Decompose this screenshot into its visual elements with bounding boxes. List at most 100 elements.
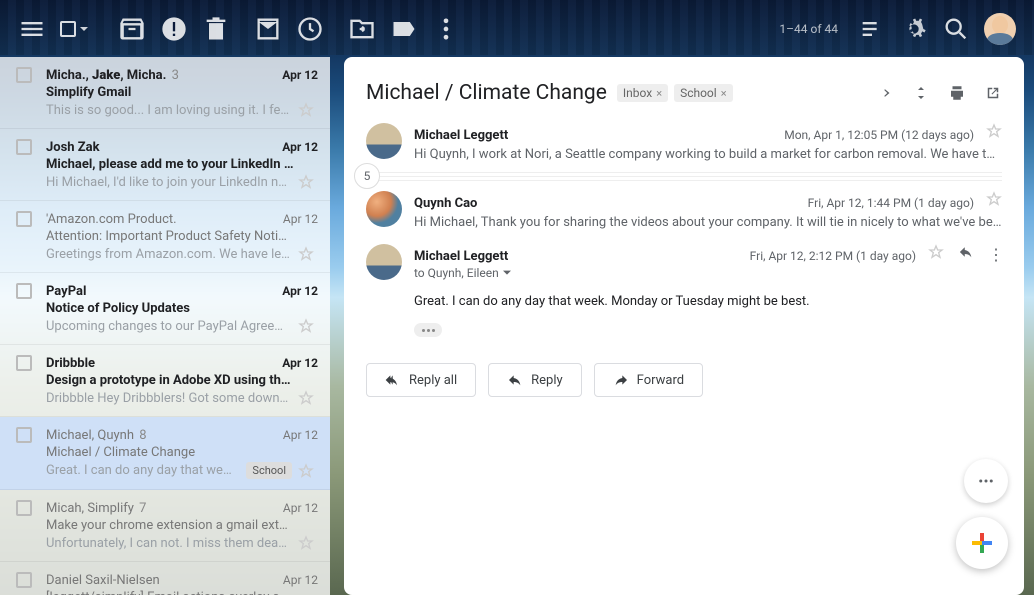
remove-label-icon[interactable]: × — [721, 87, 727, 100]
row-snippet: This is so good... I am loving using it.… — [46, 103, 292, 118]
email-row[interactable]: Micha., Jake, Micha. 3 Apr 12 Simplify G… — [0, 57, 330, 129]
message-from: Quynh Cao — [414, 196, 477, 211]
email-row[interactable]: Josh Zak Apr 12 Michael, please add me t… — [0, 129, 330, 201]
row-sender: 'Amazon.com Product. — [46, 212, 275, 227]
row-checkbox[interactable] — [16, 355, 32, 371]
open-new-window-icon[interactable] — [984, 84, 1002, 102]
row-checkbox[interactable] — [16, 139, 32, 155]
email-row[interactable]: Michael, Quynh 8 Apr 12 Michael / Climat… — [0, 417, 330, 490]
show-trimmed-icon[interactable] — [414, 323, 442, 337]
star-icon[interactable] — [298, 246, 314, 262]
star-icon[interactable] — [928, 244, 944, 260]
message-more-icon[interactable]: ⋮ — [988, 245, 1002, 264]
star-icon[interactable] — [986, 123, 1002, 139]
row-sender: Josh Zak — [46, 140, 274, 155]
row-snippet: Greetings from Amazon.com. We have le… — [46, 247, 292, 262]
row-subject: Michael, please add me to your LinkedIn … — [46, 157, 318, 172]
reply-all-button[interactable]: Reply all — [366, 363, 476, 397]
settings-icon[interactable] — [900, 15, 928, 43]
input-tools-icon[interactable] — [858, 15, 886, 43]
remove-label-icon[interactable]: × — [656, 87, 662, 100]
search-icon[interactable] — [942, 15, 970, 43]
star-icon[interactable] — [298, 318, 314, 334]
row-subject: Notice of Policy Updates — [46, 301, 318, 316]
forward-arrow-icon[interactable] — [876, 84, 894, 102]
conversation-header: Michael / Climate Change Inbox× School× — [366, 81, 1002, 105]
row-snippet: Great. I can do any day that we… — [46, 463, 240, 478]
row-date: Apr 12 — [282, 140, 318, 154]
more-icon[interactable] — [432, 15, 460, 43]
snooze-icon[interactable] — [296, 15, 324, 43]
row-date: Apr 12 — [282, 284, 318, 298]
row-checkbox[interactable] — [16, 500, 32, 516]
message-snippet: Hi Quynh, I work at Nori, a Seattle comp… — [414, 147, 1002, 162]
row-date: Apr 12 — [283, 573, 318, 587]
star-icon[interactable] — [298, 102, 314, 118]
forward-button[interactable]: Forward — [594, 363, 703, 397]
email-row[interactable]: 'Amazon.com Product. Apr 12 Attention: I… — [0, 201, 330, 273]
compose-fab[interactable] — [956, 517, 1008, 569]
label-inbox[interactable]: Inbox× — [617, 84, 668, 102]
row-sender: PayPal — [46, 284, 274, 299]
label-school[interactable]: School× — [674, 84, 733, 102]
message-avatar — [366, 244, 402, 280]
star-icon[interactable] — [986, 191, 1002, 207]
fab-more-button[interactable] — [964, 459, 1008, 503]
row-checkbox[interactable] — [16, 283, 32, 299]
message-date: Fri, Apr 12, 2:12 PM (1 day ago) — [750, 249, 916, 263]
row-subject: [leggett/simplify] Email actions overlay… — [46, 590, 318, 595]
row-checkbox[interactable] — [16, 427, 32, 443]
message-date: Fri, Apr 12, 1:44 PM (1 day ago) — [808, 196, 974, 210]
email-row[interactable]: Dribbble Apr 12 Design a prototype in Ad… — [0, 345, 330, 417]
star-icon[interactable] — [298, 463, 314, 479]
print-icon[interactable] — [948, 84, 966, 102]
menu-icon[interactable] — [18, 15, 46, 43]
email-row[interactable]: PayPal Apr 12 Notice of Policy Updates U… — [0, 273, 330, 345]
expand-collapse-icon[interactable] — [912, 84, 930, 102]
row-date: Apr 12 — [283, 428, 318, 442]
row-sender: Daniel Saxil-Nielsen — [46, 573, 275, 588]
conversation-pane: Michael / Climate Change Inbox× School× … — [344, 57, 1024, 595]
row-subject: Michael / Climate Change — [46, 445, 318, 460]
conversation-actions — [876, 84, 1002, 102]
mark-unread-icon[interactable] — [254, 15, 282, 43]
message-date: Mon, Apr 1, 12:05 PM (12 days ago) — [784, 128, 974, 142]
archive-icon[interactable] — [118, 15, 146, 43]
select-all-checkbox[interactable] — [60, 15, 88, 43]
row-sender: Micah, Simplify 7 — [46, 501, 275, 516]
row-subject: Design a prototype in Adobe XD using th… — [46, 373, 318, 388]
message-collapsed[interactable]: Michael Leggett Mon, Apr 1, 12:05 PM (12… — [366, 123, 1002, 162]
message-collapsed[interactable]: Quynh Cao Fri, Apr 12, 1:44 PM (1 day ag… — [366, 191, 1002, 230]
row-snippet: Hi Michael, I'd like to join your Linked… — [46, 175, 292, 190]
collapsed-messages-divider[interactable] — [366, 176, 1002, 177]
row-date: Apr 12 — [282, 356, 318, 370]
row-snippet: Unfortunately, I can not. I miss them de… — [46, 536, 292, 551]
star-icon[interactable] — [298, 174, 314, 190]
row-date: Apr 12 — [283, 501, 318, 515]
email-row[interactable]: Micah, Simplify 7 Apr 12 Make your chrom… — [0, 490, 330, 562]
message-body: Great. I can do any day that week. Monda… — [414, 294, 1002, 309]
pagination-count: 1–44 of 44 — [779, 22, 838, 36]
email-row[interactable]: Daniel Saxil-Nielsen Apr 12 [leggett/sim… — [0, 562, 330, 595]
collapsed-count-badge[interactable]: 5 — [354, 163, 380, 189]
star-icon[interactable] — [298, 390, 314, 406]
account-avatar[interactable] — [984, 13, 1016, 45]
message-avatar — [366, 191, 402, 227]
row-checkbox[interactable] — [16, 572, 32, 588]
reply-icon[interactable] — [958, 244, 974, 260]
labels-icon[interactable] — [390, 15, 418, 43]
star-icon[interactable] — [298, 535, 314, 551]
row-date: Apr 12 — [282, 68, 318, 82]
delete-icon[interactable] — [202, 15, 230, 43]
message-recipients[interactable]: to Quynh, Eileen — [414, 266, 1002, 280]
report-spam-icon[interactable] — [160, 15, 188, 43]
row-label: School — [246, 462, 292, 479]
message-snippet: Hi Michael, Thank you for sharing the vi… — [414, 215, 1002, 230]
row-checkbox[interactable] — [16, 211, 32, 227]
row-sender: Michael, Quynh 8 — [46, 428, 275, 443]
reply-button[interactable]: Reply — [488, 363, 582, 397]
move-to-icon[interactable] — [348, 15, 376, 43]
conversation-title: Michael / Climate Change — [366, 81, 607, 105]
message-expanded: Michael Leggett Fri, Apr 12, 2:12 PM (1 … — [366, 244, 1002, 337]
row-checkbox[interactable] — [16, 67, 32, 83]
